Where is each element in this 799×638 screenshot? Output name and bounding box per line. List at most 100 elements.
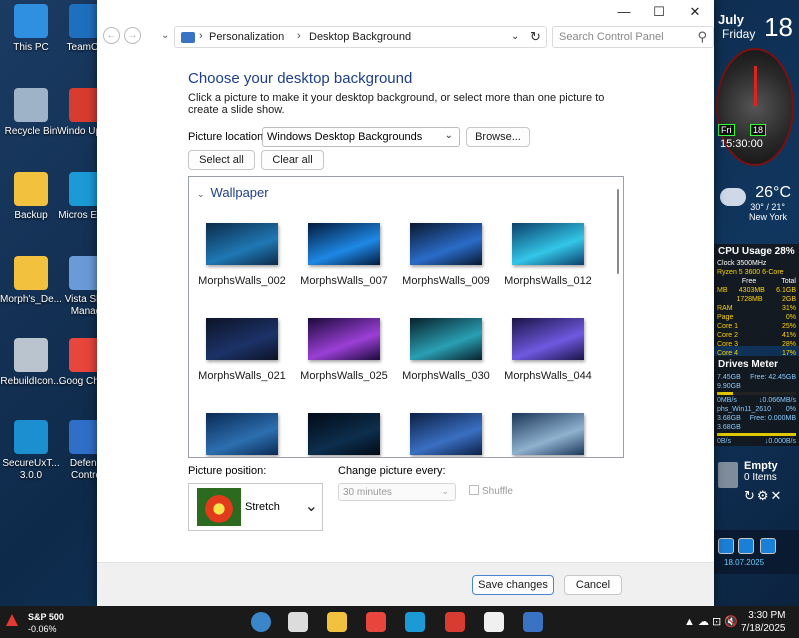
bin-controls[interactable]: ↻⚙✕ <box>744 488 783 504</box>
app-icon[interactable] <box>445 612 465 632</box>
taskbar-clock[interactable]: 3:30 PM 7/18/2025 <box>741 609 786 635</box>
system-tray[interactable]: ▲ ☁ ⊡ 🔇 <box>684 615 738 628</box>
desktop-icon-label: Backup <box>14 210 48 221</box>
change-picture-label: Change picture every: <box>338 465 446 477</box>
recent-locations-button[interactable]: ⌄ <box>161 30 169 41</box>
cpu-row: Core 1 25% <box>717 323 796 330</box>
desktop-icon[interactable]: Morph's_De... <box>0 256 62 306</box>
cpu-row: Page 0% <box>717 314 796 321</box>
drive-usage-bar <box>717 392 796 395</box>
group-header-wallpaper[interactable]: ⌄ Wallpaper <box>197 185 269 200</box>
trash-can-icon <box>718 462 738 488</box>
wallpaper-label: MorphsWalls_025 <box>300 370 388 382</box>
wallpaper-thumbnail[interactable]: MorphsWalls_030 <box>396 318 496 382</box>
save-changes-button[interactable]: Save changes <box>472 575 554 595</box>
clock-time: 15:30:00 <box>720 138 763 150</box>
clear-all-button[interactable]: Clear all <box>261 150 324 170</box>
wallpaper-thumbnail[interactable]: MorphsWalls_009 <box>396 223 496 287</box>
wallpaper-image <box>206 413 278 455</box>
wallpaper-image <box>308 413 380 455</box>
picture-position-select[interactable]: Stretch ⌄ <box>188 483 323 531</box>
wallpaper-image <box>512 223 584 265</box>
wallpaper-thumbnail[interactable] <box>498 413 598 457</box>
maximize-button[interactable]: ☐ <box>640 0 678 24</box>
picture-location-label: Picture location: <box>188 131 267 143</box>
forward-button[interactable]: → <box>124 27 141 44</box>
back-button[interactable]: ← <box>103 27 120 44</box>
lock-icon[interactable] <box>760 538 776 554</box>
cpu-model: Ryzen 5 3600 6-Core <box>717 269 784 276</box>
wallpaper-thumbnail[interactable]: MorphsWalls_025 <box>294 318 394 382</box>
wallpaper-image <box>512 318 584 360</box>
breadcrumb-personalization[interactable]: Personalization <box>209 31 284 43</box>
wallpaper-label: MorphsWalls_044 <box>504 370 592 382</box>
wallpaper-thumbnail[interactable]: MorphsWalls_002 <box>192 223 292 287</box>
search-box[interactable]: ⚲ <box>552 26 714 48</box>
gallery-scrollbar[interactable] <box>617 189 619 274</box>
cpu-row: RAM 31% <box>717 305 796 312</box>
wallpaper-label: MorphsWalls_007 <box>300 275 388 287</box>
select-all-button[interactable]: Select all <box>188 150 255 170</box>
info-icon[interactable] <box>718 538 734 554</box>
wallpaper-image <box>410 413 482 455</box>
chevron-down-icon: ⌄ <box>441 486 449 496</box>
cpu-row: Core 2 41% <box>717 332 796 339</box>
main-content: Choose your desktop background Click a p… <box>97 54 714 562</box>
wallpaper-thumbnail[interactable]: MorphsWalls_007 <box>294 223 394 287</box>
chevron-down-icon: ⌄ <box>304 498 318 515</box>
edge-icon[interactable] <box>405 612 425 632</box>
taskbar: S&P 500 -0.06% ▲ ☁ ⊡ 🔇 3:30 PM 7/18/2025 <box>0 606 799 638</box>
wallpaper-thumbnail[interactable]: MorphsWalls_044 <box>498 318 598 382</box>
desktop-icon[interactable]: SecureUxT... 3.0.0 <box>0 420 62 482</box>
address-bar-row: ← → ⌄ › Personalization › Desktop Backgr… <box>97 24 714 54</box>
wallpaper-thumbnail[interactable]: MorphsWalls_021 <box>192 318 292 382</box>
stock-change: -0.06% <box>28 624 57 634</box>
control-panel-icon[interactable] <box>523 612 543 632</box>
picture-location-select[interactable]: Windows Desktop Backgrounds ⌄ <box>262 127 460 147</box>
store-icon[interactable] <box>484 612 504 632</box>
desktop-icon[interactable] <box>288 612 308 632</box>
cpu-clock: Clock 3500MHz <box>717 260 767 267</box>
search-icon[interactable]: ⚲ <box>697 29 707 45</box>
chrome-icon[interactable] <box>366 612 386 632</box>
shuffle-checkbox[interactable]: Shuffle <box>469 485 513 497</box>
file-explorer-icon[interactable] <box>327 612 347 632</box>
picture-position-label: Picture position: <box>188 465 267 477</box>
cpu-row: MB 4303MB 6.1GB <box>717 287 796 294</box>
breadcrumb-desktop-background[interactable]: Desktop Background <box>309 31 411 43</box>
drive-usage-bar <box>717 433 796 436</box>
close-button[interactable]: ✕ <box>676 0 714 24</box>
shuffle-label: Shuffle <box>482 486 513 497</box>
app-icon <box>14 4 48 38</box>
cancel-button[interactable]: Cancel <box>564 575 622 595</box>
cpu-header: Free Total <box>741 278 796 285</box>
wallpaper-image <box>206 223 278 265</box>
change-picture-select[interactable]: 30 minutes ⌄ <box>338 483 456 501</box>
wallpaper-thumbnail[interactable] <box>294 413 394 457</box>
wallpaper-image <box>410 318 482 360</box>
desktop-icon[interactable]: RebuildIcon... <box>0 338 62 388</box>
browse-button[interactable]: Browse... <box>466 127 530 147</box>
refresh-icon[interactable]: ↻ <box>530 29 541 45</box>
drive-row: phs_Win11_2610 0% <box>717 406 796 413</box>
alienware-icon[interactable] <box>251 612 271 632</box>
chevron-down-icon[interactable]: ⌄ <box>511 31 519 42</box>
wallpaper-thumbnail[interactable] <box>192 413 292 457</box>
address-bar[interactable]: › Personalization › Desktop Background ⌄… <box>174 26 547 48</box>
breadcrumb-separator: › <box>199 30 203 42</box>
desktop-icon[interactable]: Recycle Bin <box>0 88 62 138</box>
minimize-button[interactable]: — <box>605 0 643 24</box>
wallpaper-thumbnail[interactable]: MorphsWalls_012 <box>498 223 598 287</box>
date-month: July <box>718 12 745 27</box>
bin-items: 0 Items <box>744 472 777 483</box>
search-input[interactable] <box>553 27 693 47</box>
weather-range: 30° / 21° <box>750 202 785 212</box>
taskbar-time: 3:30 PM <box>748 610 786 621</box>
desktop-icon[interactable]: Backup <box>0 172 62 222</box>
wallpaper-thumbnail[interactable] <box>396 413 496 457</box>
app-icon <box>14 172 48 206</box>
desktop-icon[interactable]: This PC <box>0 4 62 54</box>
grid-icon[interactable] <box>738 538 754 554</box>
wallpaper-gallery[interactable]: ⌄ Wallpaper MorphsWalls_002 MorphsWalls_00… <box>188 176 624 458</box>
wallpaper-label: MorphsWalls_012 <box>504 275 592 287</box>
